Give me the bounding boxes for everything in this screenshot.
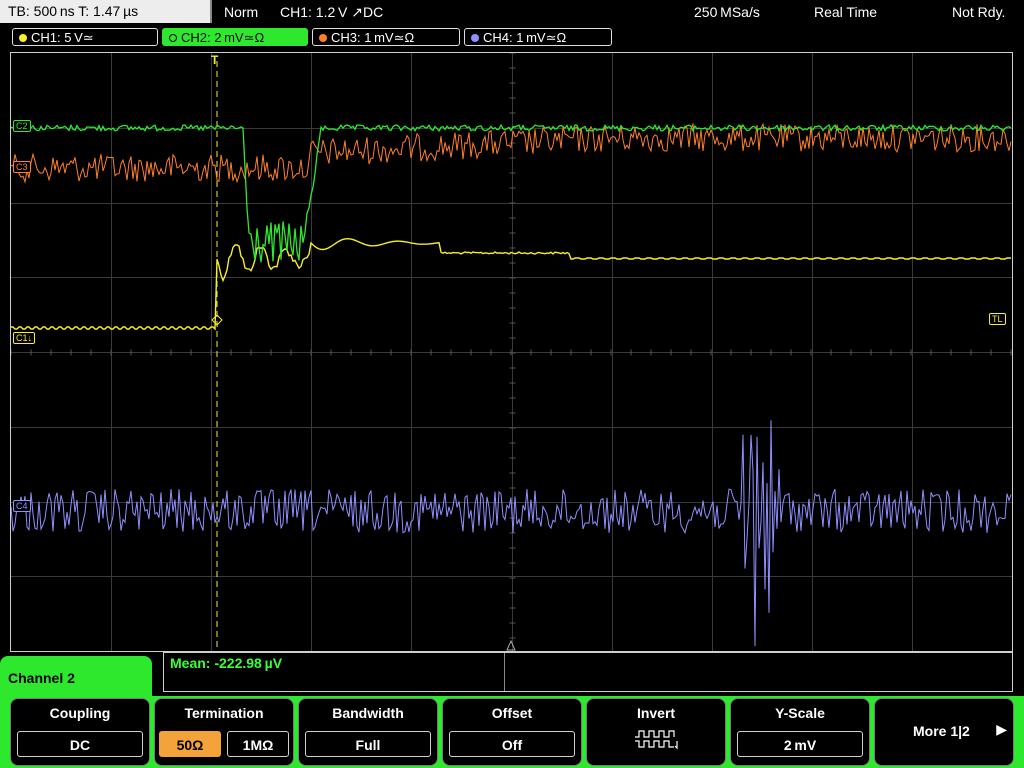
channel-chip-ch3[interactable]: CH3: 1 mV≃Ω xyxy=(312,28,460,46)
measurement-divider xyxy=(504,653,505,691)
waveform-canvas xyxy=(11,53,1012,651)
invert-waveform-icon xyxy=(635,730,678,750)
more-label: More 1|2 xyxy=(913,723,970,739)
termination-50ohm-option[interactable]: 50Ω xyxy=(159,731,221,757)
ch3-offset-marker[interactable]: C3 xyxy=(13,161,31,173)
termination-title: Termination xyxy=(184,705,264,721)
ch1-label: CH1: 5 V≃ xyxy=(31,30,94,45)
timebase-readout[interactable]: TB: 500 ns T: 1.47 µs xyxy=(0,0,212,23)
measurement-mean: Mean: -222.98 µV xyxy=(170,655,283,671)
channel-chip-ch2[interactable]: CH2: 2 mV≃Ω xyxy=(162,28,308,46)
offset-value[interactable]: Off xyxy=(449,731,575,757)
ch4-label: CH4: 1 mV≃Ω xyxy=(483,30,567,45)
coupling-softkey[interactable]: Coupling DC xyxy=(10,698,150,766)
offset-softkey[interactable]: Offset Off xyxy=(442,698,582,766)
ch1-offset-marker[interactable]: C1↓ xyxy=(13,332,36,344)
ch1-color-dot xyxy=(19,34,27,42)
yscale-softkey[interactable]: Y-Scale 2 mV xyxy=(730,698,870,766)
yscale-value[interactable]: 2 mV xyxy=(737,731,863,757)
coupling-value[interactable]: DC xyxy=(17,731,143,757)
trigger-level-marker[interactable]: TL xyxy=(989,313,1006,325)
ch4-color-dot xyxy=(471,34,479,42)
ch2-label: CH2: 2 mV≃Ω xyxy=(181,30,265,45)
sample-rate: 250 MSa/s xyxy=(694,4,760,20)
measurement-area: Mean: -222.98 µV xyxy=(163,652,1013,692)
channel-chip-ch1[interactable]: CH1: 5 V≃ xyxy=(12,28,158,46)
waveform-display[interactable]: C2 C3 C1↓ C4 TL T xyxy=(10,52,1013,652)
ch3-color-dot xyxy=(319,34,327,42)
bandwidth-softkey[interactable]: Bandwidth Full xyxy=(298,698,438,766)
ch2-offset-marker[interactable]: C2 xyxy=(13,120,31,132)
coupling-title: Coupling xyxy=(49,705,111,721)
trigger-mode[interactable]: Norm xyxy=(224,0,258,24)
bandwidth-title: Bandwidth xyxy=(332,705,404,721)
yscale-title: Y-Scale xyxy=(775,705,825,721)
trigger-setting[interactable]: CH1: 1.2 V ↗DC xyxy=(280,0,383,24)
ch3-label: CH3: 1 mV≃Ω xyxy=(331,30,415,45)
bandwidth-value[interactable]: Full xyxy=(305,731,431,757)
termination-1mohm-option[interactable]: 1MΩ xyxy=(227,731,289,757)
ch2-color-dot xyxy=(169,34,177,42)
invert-title: Invert xyxy=(636,705,676,721)
ch4-offset-marker[interactable]: C4 xyxy=(13,500,31,512)
termination-softkey[interactable]: Termination 50Ω 1MΩ xyxy=(154,698,294,766)
next-page-icon: ▶ xyxy=(996,721,1007,737)
horizontal-position-marker xyxy=(506,639,516,651)
channel-chip-ch4[interactable]: CH4: 1 mV≃Ω xyxy=(464,28,612,46)
acquisition-mode: Real Time xyxy=(814,4,878,20)
invert-softkey[interactable]: Invert xyxy=(586,698,726,766)
offset-title: Offset xyxy=(491,705,533,721)
status-bar: TB: 500 ns T: 1.47 µs Norm CH1: 1.2 V ↗D… xyxy=(0,0,1024,24)
more-softkey[interactable]: More 1|2 ▶ xyxy=(874,698,1014,766)
ch1-waveform xyxy=(11,237,1011,331)
trigger-position-marker[interactable]: T xyxy=(211,53,218,67)
acquisition-status: Not Rdy. xyxy=(952,4,1006,20)
